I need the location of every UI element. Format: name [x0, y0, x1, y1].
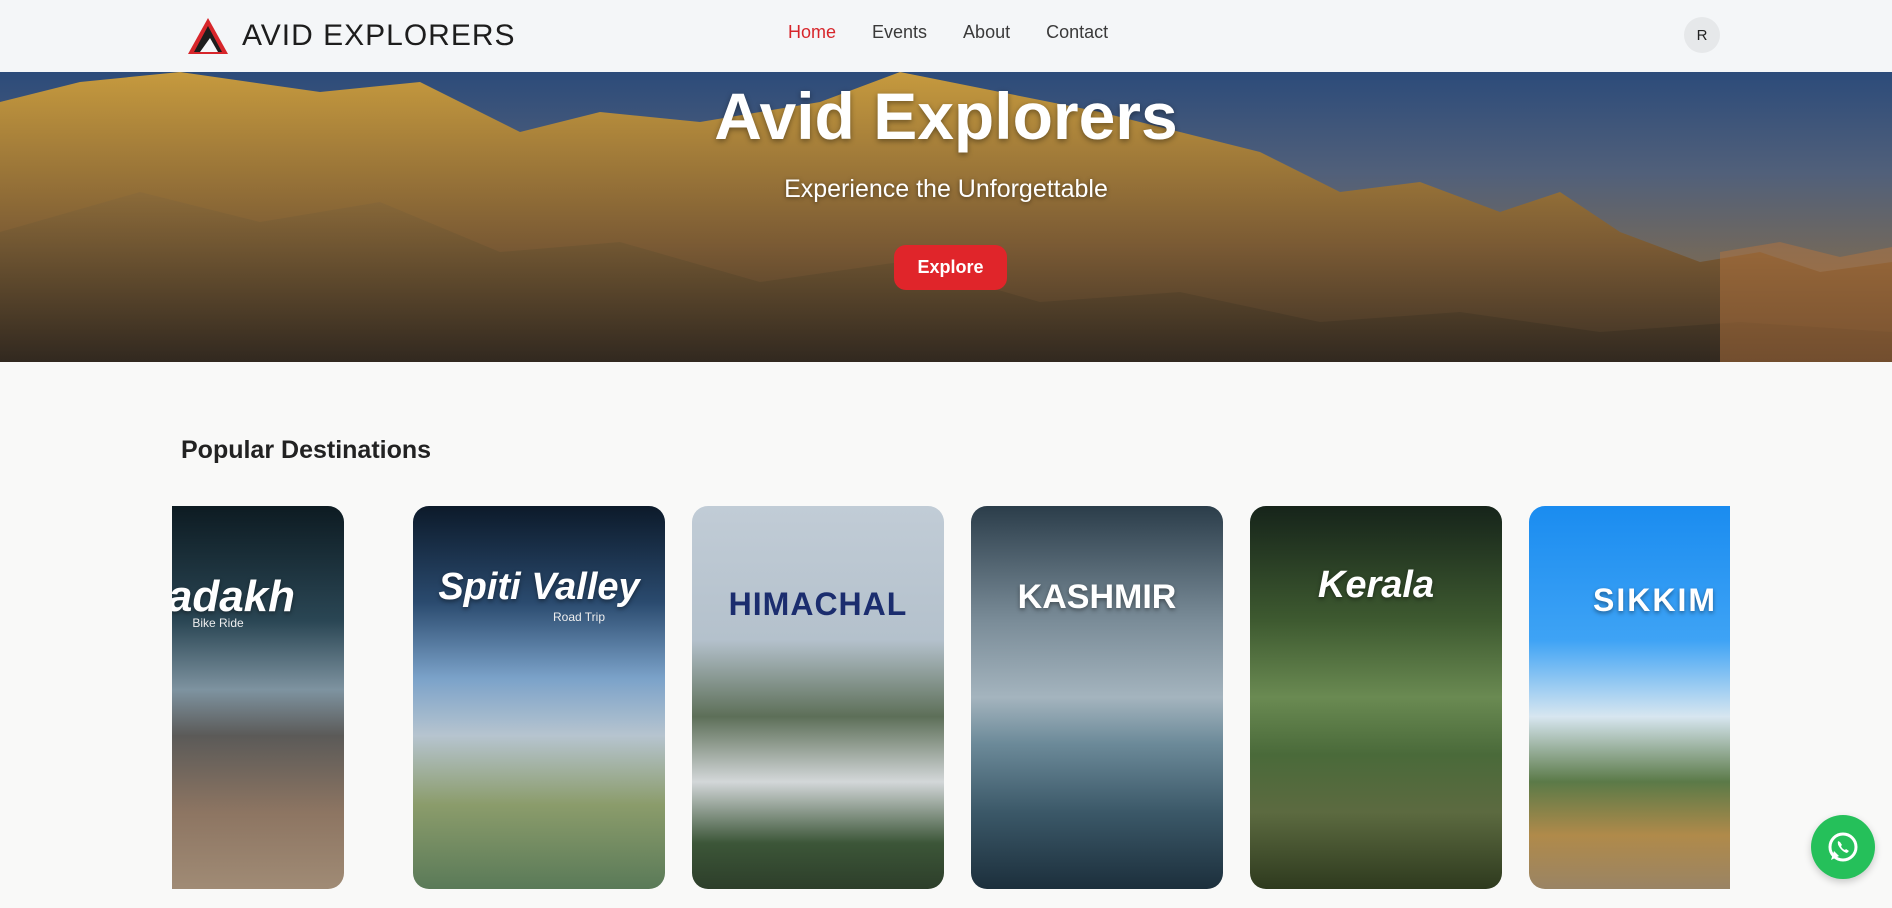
destination-card-himachal[interactable]: HIMACHAL [692, 506, 944, 889]
card-title: KASHMIR [1017, 578, 1177, 616]
nav-contact-link[interactable]: Contact [1046, 22, 1108, 43]
card-title: HIMACHAL [728, 586, 908, 622]
whatsapp-button[interactable] [1811, 815, 1875, 879]
destination-card-spiti-valley[interactable]: Spiti Valley Road Trip [413, 506, 665, 889]
user-avatar[interactable]: R [1684, 17, 1720, 53]
mountain-logo-icon [188, 18, 228, 54]
hero-subtitle: Experience the Unforgettable [784, 175, 1108, 203]
card-subtitle: Bike Ride [192, 616, 244, 630]
main-nav: Home Events About Contact [788, 22, 1108, 43]
card-title: Ladakh [172, 572, 296, 621]
destination-card-kerala[interactable]: Kerala [1250, 506, 1502, 889]
hero-banner: Avid Explorers Experience the Unforgetta… [0, 72, 1892, 362]
destination-card-ladakh[interactable]: Ladakh Bike Ride [172, 506, 344, 889]
nav-about-link[interactable]: About [963, 22, 1010, 43]
explore-button[interactable]: Explore [894, 245, 1007, 290]
section-title: Popular Destinations [181, 436, 432, 464]
destination-card-sikkim[interactable]: SIKKIM [1529, 506, 1730, 889]
brand-name: AVID EXPLORERS [242, 19, 516, 52]
brand-logo[interactable]: AVID EXPLORERS [186, 16, 516, 56]
whatsapp-icon [1828, 832, 1858, 862]
navbar: AVID EXPLORERS Home Events About Contact… [0, 0, 1892, 72]
destination-card-kashmir[interactable]: KASHMIR [971, 506, 1223, 889]
card-title: SIKKIM [1593, 582, 1717, 618]
nav-events-link[interactable]: Events [872, 22, 927, 43]
destination-carousel[interactable]: Ladakh Bike Ride Spiti Valley Road Trip … [172, 506, 1730, 890]
card-title: Kerala [1317, 564, 1435, 606]
card-title: Spiti Valley [438, 566, 640, 608]
nav-home-link[interactable]: Home [788, 22, 836, 43]
hero-title: Avid Explorers [714, 79, 1178, 153]
card-subtitle: Road Trip [552, 610, 606, 624]
